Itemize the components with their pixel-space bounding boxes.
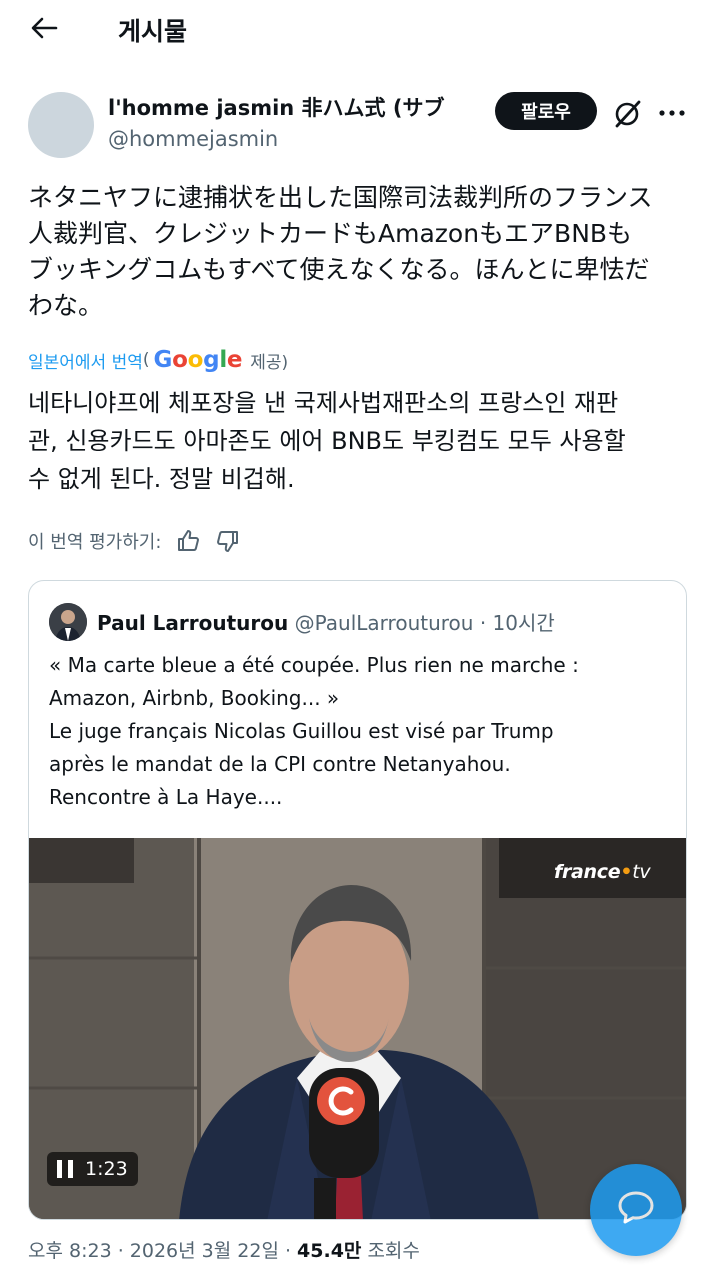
- pause-icon[interactable]: [57, 1160, 73, 1178]
- rate-translation: 이 번역 평가하기:: [28, 526, 253, 556]
- thumbs-down-icon[interactable]: [213, 526, 243, 556]
- video-duration: 1:23: [85, 1158, 128, 1180]
- rate-translation-label: 이 번역 평가하기:: [28, 532, 162, 553]
- quoted-avatar[interactable]: [49, 603, 87, 641]
- grok-icon[interactable]: [611, 96, 645, 130]
- video-player[interactable]: france•tv 1:23: [29, 838, 686, 1219]
- views-label: 조회수: [361, 1240, 420, 1262]
- author-display-name[interactable]: l'homme jasmin 非ハム式 (サブ: [108, 92, 468, 122]
- top-bar: 게시물: [0, 0, 714, 56]
- google-letter: g: [203, 347, 220, 373]
- thumbs-up-icon[interactable]: [173, 526, 203, 556]
- brand-dot: •: [620, 861, 633, 883]
- avatar[interactable]: [28, 92, 94, 158]
- quoted-post[interactable]: Paul Larrouturou @PaulLarrouturou · 10시간…: [28, 580, 687, 1220]
- quoted-line: Rencontre à La Haye....: [49, 785, 283, 809]
- quoted-author-name[interactable]: Paul Larrouturou: [97, 611, 288, 635]
- follow-button[interactable]: 팔로우: [495, 92, 597, 130]
- post-line: わな。: [28, 291, 104, 320]
- quoted-author-handle[interactable]: @PaulLarrouturou: [295, 611, 474, 635]
- view-count: 45.4만: [297, 1240, 362, 1262]
- translation-line: 네타니야프에 체포장을 낸 국제사법재판소의 프랑스인 재판: [28, 389, 619, 417]
- quoted-line: après le mandat de la CPI contre Netanya…: [49, 752, 511, 776]
- author-handle[interactable]: @hommejasmin: [108, 127, 278, 151]
- provided-label: 제공): [250, 352, 289, 373]
- translation-line: 관, 신용카드도 아마존도 에어 BNB도 부킹컴도 모두 사용할: [28, 427, 626, 455]
- google-letter: e: [226, 347, 243, 373]
- quoted-line: Le juge français Nicolas Guillou est vis…: [49, 719, 554, 743]
- google-letter: o: [172, 347, 188, 373]
- paren-open: (: [142, 350, 150, 370]
- quoted-line: « Ma carte bleue a été coupée. Plus rien…: [49, 653, 579, 677]
- france-tv-logo: france•tv: [554, 861, 651, 883]
- post-line: ネタニヤフに逮捕状を出した国際司法裁判所のフランス: [28, 183, 653, 212]
- quoted-time: · 10시간: [479, 611, 555, 635]
- video-duration-chip[interactable]: 1:23: [47, 1152, 138, 1186]
- more-options-icon[interactable]: [655, 96, 689, 130]
- translation-line: 수 없게 된다. 정말 비겁해.: [28, 465, 295, 493]
- post-timestamp[interactable]: 오후 8:23 · 2026년 3월 22일 ·: [28, 1240, 297, 1262]
- quoted-text: « Ma carte bleue a été coupée. Plus rien…: [49, 649, 669, 814]
- google-letter: l: [219, 347, 227, 373]
- quoted-line: Amazon, Airbnb, Booking... »: [49, 686, 340, 710]
- post-text: ネタニヤフに逮捕状を出した国際司法裁判所のフランス 人裁判官、クレジットカードも…: [28, 180, 692, 324]
- translation-text: 네타니야프에 체포장을 낸 국제사법재판소의 프랑스인 재판 관, 신용카드도 …: [28, 384, 692, 498]
- page-title: 게시물: [118, 17, 188, 46]
- chat-bubble-icon: [616, 1189, 656, 1231]
- post-meta: 오후 8:23 · 2026년 3월 22일 · 45.4만 조회수: [28, 1236, 420, 1263]
- post-line: ブッキングコムもすべて使えなくなる。ほんとに卑怯だ: [28, 255, 650, 284]
- brand-tv: tv: [632, 861, 651, 883]
- post-line: 人裁判官、クレジットカードもAmazonもエアBNBも: [28, 219, 633, 248]
- translated-from-label[interactable]: 일본어에서 번역: [28, 348, 143, 373]
- quoted-header: Paul Larrouturou @PaulLarrouturou · 10시간: [97, 607, 555, 636]
- brand-text: france: [554, 861, 621, 883]
- google-letter: G: [153, 347, 173, 373]
- floating-message-button[interactable]: [590, 1164, 682, 1256]
- google-logo: Google: [154, 347, 243, 373]
- translation-attribution: 일본어에서 번역 ( Google 제공): [28, 345, 288, 375]
- google-letter: o: [187, 347, 204, 373]
- back-arrow-icon[interactable]: [26, 10, 62, 46]
